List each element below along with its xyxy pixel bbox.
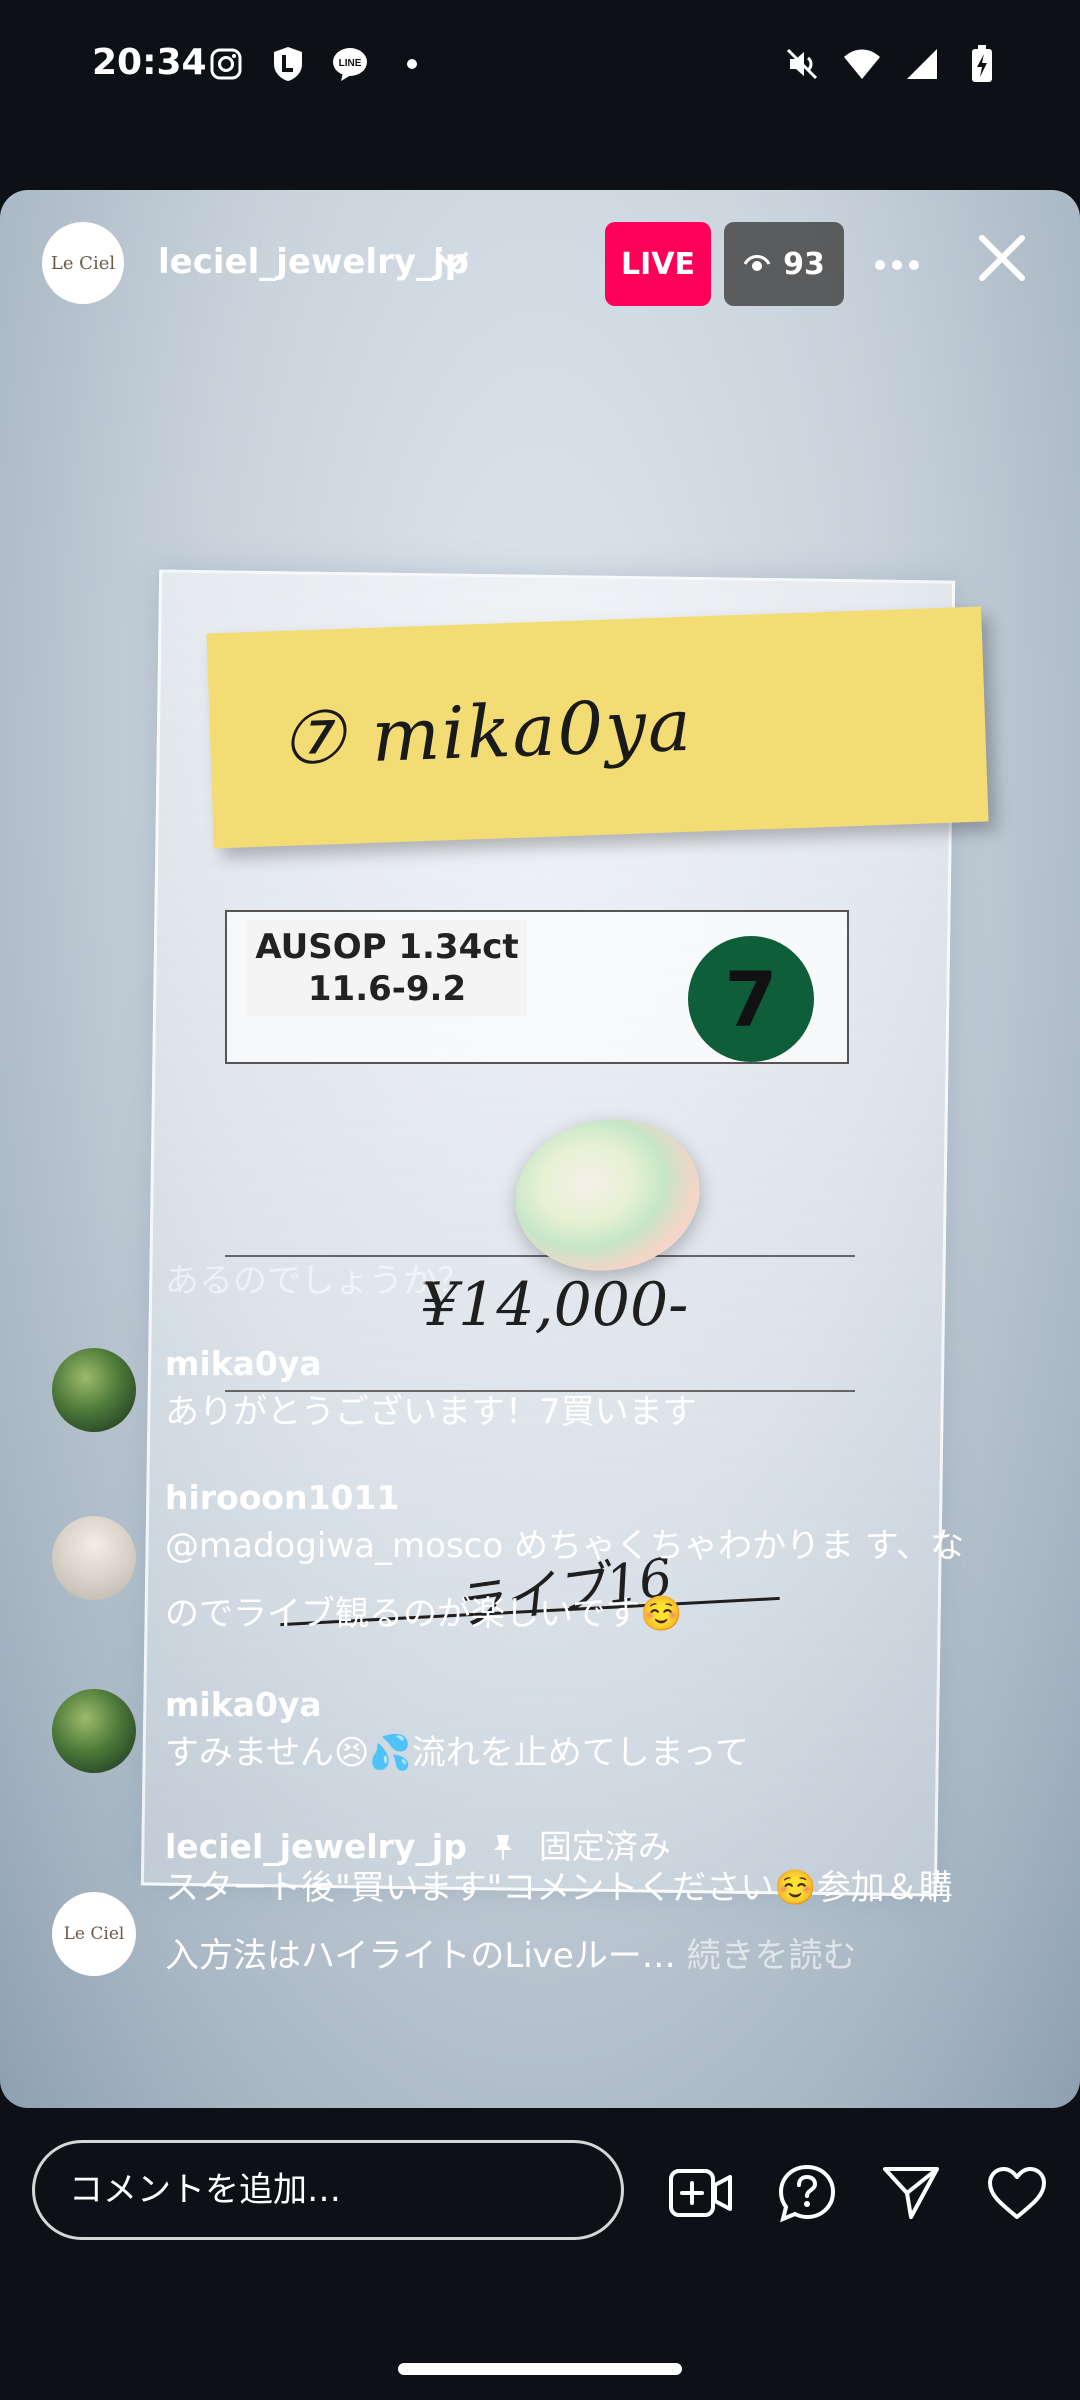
avatar[interactable]: Le Ciel [52, 1892, 136, 1976]
chevron-down-icon[interactable] [434, 246, 470, 276]
comment-input[interactable] [67, 2169, 621, 2211]
comment-input-container[interactable] [32, 2140, 624, 2240]
live-header: Le Ciel leciel_jewelry_jp LIVE 93 [0, 190, 1080, 340]
home-indicator[interactable] [398, 2363, 682, 2375]
status-system-icons [782, 44, 1002, 84]
gem-label-line1: AUSOP 1.34ct [255, 927, 519, 967]
l-shield-icon [268, 44, 308, 84]
sticky-note: ⑦ mika0ya [206, 606, 989, 849]
svg-text:LINE: LINE [339, 58, 362, 69]
pinned-comment-body: スタート後"買います"コメントください☺️参加＆購入方法はハイライトのLiveル… [165, 1854, 965, 1990]
faded-comment-text: あるのでしょうか？ [165, 1261, 471, 1301]
more-options-button[interactable] [872, 240, 922, 290]
close-icon[interactable] [974, 230, 1030, 286]
avatar[interactable] [52, 1689, 136, 1773]
read-more-link[interactable]: 続きを読む [687, 1936, 857, 1976]
comment-text: ありがとうございます！7買います [165, 1392, 697, 1432]
gem-label-text: AUSOP 1.34ct 11.6-9.2 [247, 920, 527, 1016]
avatar[interactable] [52, 1516, 136, 1600]
mute-icon [782, 44, 822, 84]
viewer-count: 93 [783, 246, 825, 282]
comment-text: すみません😣💦流れを止めてしまって [165, 1733, 749, 1773]
wifi-icon [842, 44, 882, 84]
instagram-icon [206, 44, 246, 84]
viewer-count-badge[interactable]: 93 [724, 222, 844, 306]
status-notification-icons: LINE [206, 44, 432, 84]
line-icon: LINE [330, 44, 370, 84]
bottom-bar [0, 2108, 1080, 2278]
signal-icon [902, 44, 942, 84]
host-username[interactable]: leciel_jewelry_jp [158, 242, 469, 282]
add-video-icon[interactable] [668, 2160, 734, 2226]
status-bar: 20:34 LINE [0, 0, 1080, 135]
comment-text: @madogiwa_mosco めちゃくちゃわかりま す、なのでライブ観るのが楽… [165, 1526, 965, 1634]
heart-icon[interactable] [984, 2160, 1050, 2226]
host-avatar[interactable]: Le Ciel [42, 222, 124, 304]
live-badge: LIVE [605, 222, 711, 306]
eye-icon [743, 247, 771, 282]
number-sticker: 7 [688, 936, 814, 1062]
question-icon[interactable] [774, 2160, 840, 2226]
sticky-note-text: ⑦ mika0ya [278, 682, 695, 781]
send-icon[interactable] [878, 2160, 944, 2226]
status-time: 20:34 [92, 42, 207, 83]
gem-label-line2: 11.6-9.2 [307, 969, 467, 1009]
avatar[interactable] [52, 1348, 136, 1432]
dot-icon [392, 44, 432, 84]
battery-charging-icon [962, 44, 1002, 84]
